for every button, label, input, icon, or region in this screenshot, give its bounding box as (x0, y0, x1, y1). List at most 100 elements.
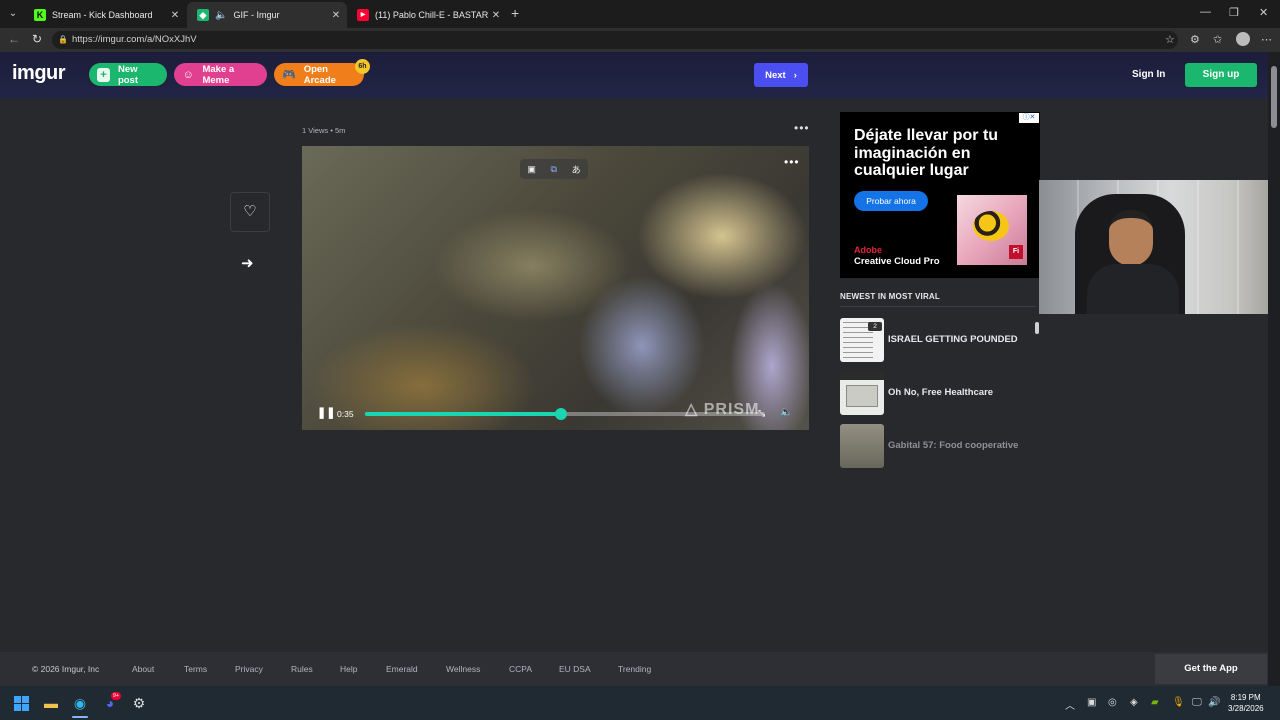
url-field[interactable]: 🔒 https://imgur.com/a/NOxXJhV (52, 31, 1178, 49)
get-app-button[interactable]: Get the App (1155, 654, 1267, 684)
site-header: imgur + New post ☺ Make a Meme 🎮 Open Ar… (0, 52, 1268, 98)
footer-link-wellness[interactable]: Wellness (446, 664, 480, 674)
open-arcade-button[interactable]: 🎮 Open Arcade (274, 63, 364, 86)
scrollbar-thumb[interactable] (1271, 66, 1277, 128)
new-post-label: New post (117, 63, 139, 86)
tab-title: Stream - Kick Dashboard (52, 10, 153, 20)
post-meta: 1 Views • 5m (302, 126, 346, 135)
pause-icon[interactable]: ❚❚ (317, 406, 335, 419)
newest-item[interactable]: Gabital 57: Food cooperative (840, 424, 1040, 468)
video-progress-handle[interactable] (555, 408, 567, 420)
footer-link-ccpa[interactable]: CCPA (509, 664, 532, 674)
new-tab-icon[interactable]: + (511, 5, 519, 21)
video-toolbar: ▣ ⧉ あ (520, 159, 588, 179)
extension-icon[interactable]: ⚙ (1190, 33, 1200, 46)
footer-link-about[interactable]: About (132, 664, 154, 674)
discord-badge: 9+ (111, 692, 121, 700)
footer-link-privacy[interactable]: Privacy (235, 664, 263, 674)
newest-item[interactable]: Oh No, Free Healthcare (840, 371, 1040, 415)
ad-choices-icon[interactable]: ⓘ✕ (1019, 113, 1039, 123)
imgur-logo[interactable]: imgur (12, 62, 66, 85)
sign-up-button[interactable]: Sign up (1185, 63, 1257, 87)
video-options-icon[interactable]: ••• (784, 155, 800, 169)
edge-icon[interactable]: ◉ (71, 694, 89, 712)
footer-link-trending[interactable]: Trending (618, 664, 651, 674)
translate-icon[interactable]: あ (572, 163, 581, 176)
footer-link-eu-dsa[interactable]: EU DSA (559, 664, 591, 674)
firefly-badge: Fi (1009, 245, 1023, 259)
heart-icon[interactable]: ♡ (230, 192, 270, 232)
tab-kick-dashboard[interactable]: K Stream - Kick Dashboard ✕ (24, 2, 186, 28)
page-scrollbar[interactable] (1268, 52, 1280, 686)
footer-link-help[interactable]: Help (340, 664, 357, 674)
bee-illustration (973, 211, 1009, 241)
tray-app-icon[interactable]: ▣ (1087, 697, 1096, 708)
nvidia-icon[interactable]: ▰ (1151, 697, 1159, 708)
next-label: Next (765, 69, 786, 81)
plus-icon: + (97, 67, 110, 82)
system-clock[interactable]: 8:19 PM 3/28/2026 (1228, 692, 1264, 714)
make-meme-button[interactable]: ☺ Make a Meme (174, 63, 267, 86)
app-icon[interactable]: ⚙ (130, 694, 148, 712)
chevron-up-icon[interactable]: ︿ (1065, 697, 1075, 712)
arcade-badge: 6h (355, 59, 370, 74)
close-tab-icon[interactable]: ✕ (489, 10, 503, 21)
watermark-text: PRISM (703, 401, 760, 418)
new-post-button[interactable]: + New post (89, 63, 167, 86)
streamer (1087, 210, 1179, 314)
post-options-icon[interactable]: ••• (794, 121, 810, 135)
close-window-icon[interactable]: ✕ (1259, 6, 1268, 19)
ad-cta-button[interactable]: Probar ahora (854, 191, 928, 211)
refresh-icon[interactable]: ↻ (32, 32, 42, 46)
speaker-icon[interactable]: 🔈 (215, 10, 227, 21)
tab-actions-icon[interactable]: ⌄ (4, 4, 22, 24)
video-player[interactable] (302, 146, 809, 430)
newest-item-title: Oh No, Free Healthcare (888, 387, 994, 398)
favorites-icon[interactable]: ✩ (1213, 33, 1222, 46)
screenshot-icon[interactable]: ▣ (527, 164, 536, 175)
volume-icon[interactable]: 🔈 (780, 407, 792, 418)
sign-in-link[interactable]: Sign In (1132, 69, 1165, 80)
more-icon[interactable]: ⋯ (1261, 33, 1272, 46)
next-button[interactable]: Next › (754, 63, 808, 87)
prism-logo-icon: △ (685, 401, 704, 418)
ad-image: Fi (957, 195, 1027, 265)
footer-link-rules[interactable]: Rules (291, 664, 313, 674)
profile-avatar[interactable] (1236, 32, 1250, 46)
gamepad-icon: 🎮 (282, 68, 296, 81)
close-tab-icon[interactable]: ✕ (168, 10, 182, 21)
network-icon[interactable]: 🖵 (1192, 697, 1202, 708)
tab-youtube[interactable]: ▶ (11) Pablo Chill-E - BASTARDO ft M ✕ (347, 2, 507, 28)
ad-product: Creative Cloud Pro (854, 256, 940, 267)
ad-brand: Adobe (854, 245, 882, 255)
footer-link-terms[interactable]: Terms (184, 664, 207, 674)
copyright: © 2026 Imgur, Inc (32, 664, 100, 674)
clock-time: 8:19 PM (1230, 693, 1261, 702)
minimize-icon[interactable]: — (1200, 6, 1211, 18)
address-bar-row: ← ↻ 🔒 https://imgur.com/a/NOxXJhV ☆ ⚙ ✩ … (0, 28, 1280, 52)
volume-tray-icon[interactable]: 🔊 (1208, 697, 1220, 708)
video-progress-fill (365, 412, 561, 416)
back-icon[interactable]: ← (8, 32, 20, 46)
active-app-indicator (72, 716, 88, 718)
file-explorer-icon[interactable]: ▬ (42, 694, 60, 712)
tray-shield-icon[interactable]: ◈ (1130, 697, 1138, 708)
favorite-star-icon[interactable]: ☆ (1165, 33, 1175, 46)
microphone-icon[interactable]: 🎙 (1172, 697, 1185, 708)
post-age: 5m (334, 126, 346, 135)
url-text: https://imgur.com/a/NOxXJhV (72, 34, 197, 45)
post-thumbnail (840, 371, 884, 415)
windows-start-icon[interactable] (12, 694, 30, 712)
share-arrow-icon[interactable]: ➜ (241, 254, 254, 272)
fullscreen-icon[interactable]: ⤡ (758, 408, 765, 419)
newest-item[interactable]: 2 ISRAEL GETTING POUNDED (840, 318, 1040, 362)
image-count-badge: 2 (868, 322, 882, 331)
tab-title: GIF - Imgur (233, 10, 280, 20)
steam-icon[interactable]: ◎ (1108, 697, 1117, 708)
tab-imgur[interactable]: ◆ 🔈 GIF - Imgur ✕ (187, 2, 347, 28)
restore-icon[interactable]: ❐ (1229, 6, 1239, 19)
close-tab-icon[interactable]: ✕ (329, 10, 343, 21)
video-time: 0:35 (337, 409, 354, 419)
footer-link-emerald[interactable]: Emerald (386, 664, 418, 674)
picture-in-picture-icon[interactable]: ⧉ (551, 164, 557, 175)
